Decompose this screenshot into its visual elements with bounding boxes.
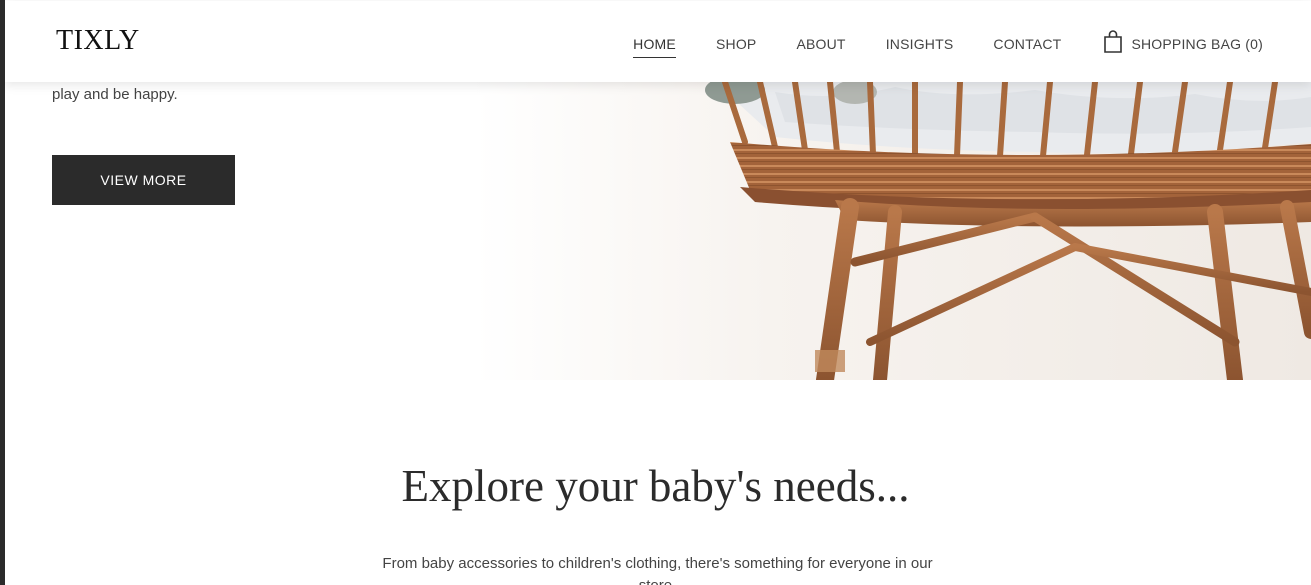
hero-text: play and be happy. [52,86,178,103]
nav-home[interactable]: HOME [633,36,676,58]
nav-insights[interactable]: INSIGHTS [886,36,954,58]
hero-bassinet-image [475,82,1311,380]
hero-section: play and be happy. VIEW MORE [5,82,1311,380]
shopping-bag-icon [1104,30,1123,53]
view-more-button[interactable]: VIEW MORE [52,155,235,205]
main-nav: HOME SHOP ABOUT INSIGHTS CONTACT SHOPPIN… [633,30,1263,59]
shopping-bag-label: SHOPPING BAG (0) [1131,36,1263,52]
explore-subtitle: From baby accessories to children's clot… [382,555,933,585]
nav-contact[interactable]: CONTACT [993,36,1061,58]
nav-about[interactable]: ABOUT [796,36,845,58]
explore-title: Explore your baby's needs... [401,461,910,511]
nav-shop[interactable]: SHOP [716,36,756,58]
page: TIXLY HOME SHOP ABOUT INSIGHTS CONTACT S… [0,0,1311,585]
site-logo[interactable]: TIXLY [56,25,140,57]
site-header: TIXLY HOME SHOP ABOUT INSIGHTS CONTACT S… [5,1,1311,82]
window-edge [0,0,5,585]
shopping-bag-link[interactable]: SHOPPING BAG (0) [1103,30,1263,59]
